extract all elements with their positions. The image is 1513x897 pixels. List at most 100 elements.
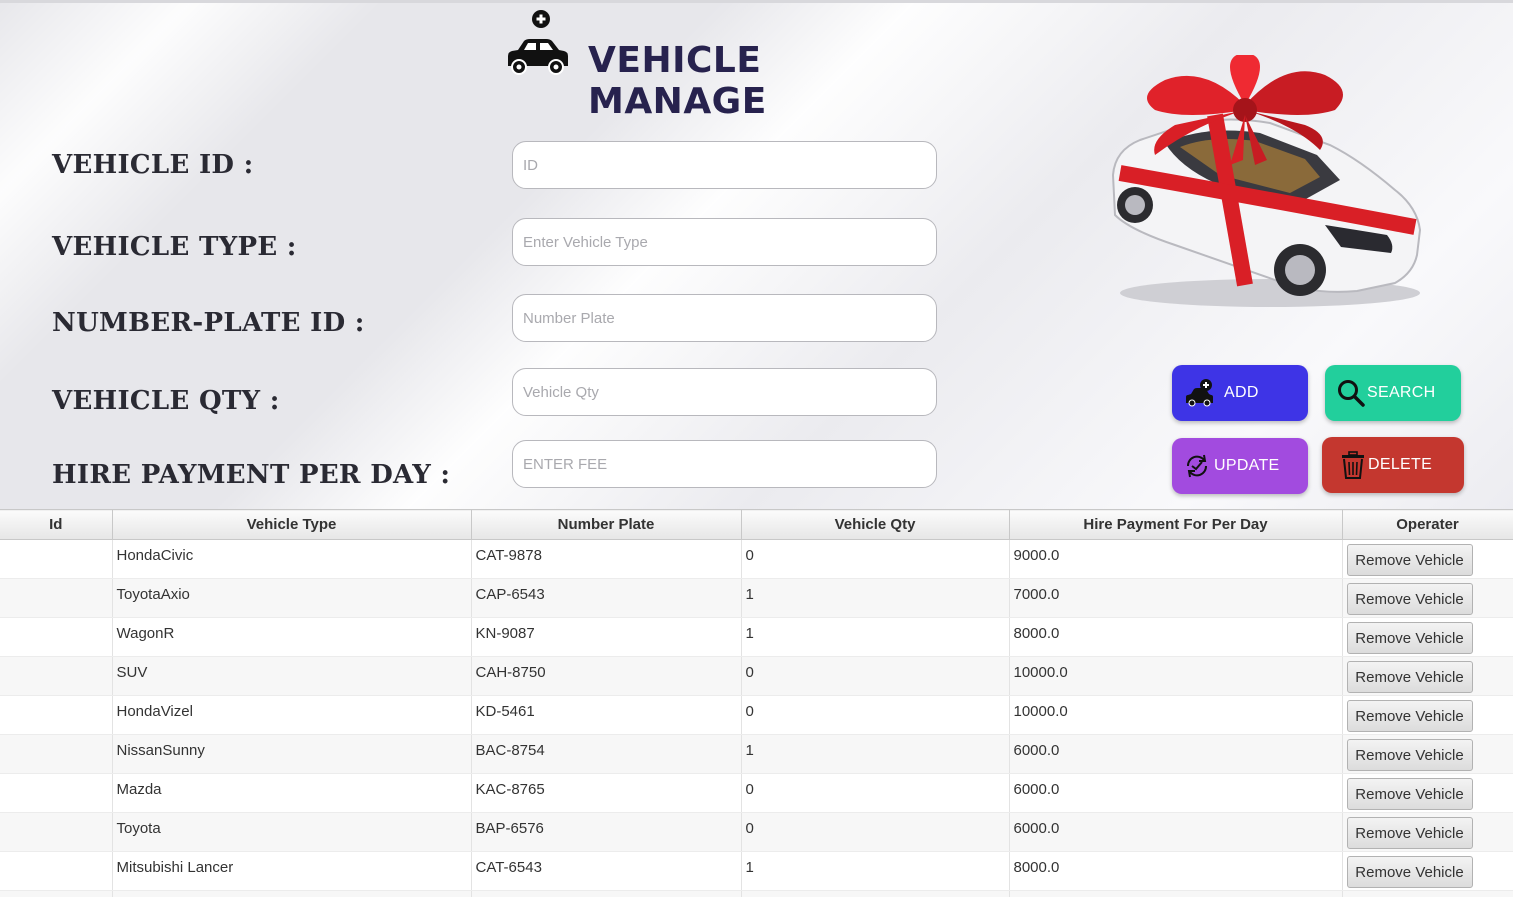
table-row[interactable]: WagonR KN-9087 1 8000.0 Remove Vehicle (0, 617, 1513, 657)
column-header-vehicle-qty[interactable]: Vehicle Qty (741, 509, 1010, 540)
page-title: VEHICLE MANAGE (588, 40, 767, 122)
cell-number-plate: CAT-6543 (471, 851, 742, 891)
car-add-icon (1186, 379, 1213, 407)
cell-number-plate: CAH-8750 (471, 656, 742, 696)
car-add-icon (508, 10, 568, 75)
column-header-vehicle-type[interactable]: Vehicle Type (112, 509, 472, 540)
cell-vehicle-type: SUV (112, 656, 472, 696)
vehicle-type-input[interactable] (512, 218, 937, 266)
cell-hire-payment: 10000.0 (1009, 695, 1343, 735)
remove-vehicle-button[interactable]: Remove Vehicle (1346, 583, 1473, 615)
search-button-label: SEARCH (1367, 384, 1436, 401)
column-header-hire-payment[interactable]: Hire Payment For Per Day (1009, 509, 1343, 540)
hire-payment-label: HIRE PAYMENT PER DAY : (52, 460, 451, 490)
cell-vehicle-qty: 1 (741, 851, 1010, 891)
cell-hire-payment: 8000.0 (1009, 617, 1343, 657)
cell-id (0, 890, 113, 897)
remove-vehicle-button[interactable]: Remove Vehicle (1346, 661, 1473, 693)
cell-hire-payment (1009, 890, 1343, 897)
cell-number-plate: BAP-6576 (471, 812, 742, 852)
cell-vehicle-type: Toyota (112, 812, 472, 852)
cell-operater: Remove Vehicle (1342, 734, 1513, 774)
cell-id (0, 695, 113, 735)
cell-number-plate: CAT-9878 (471, 539, 742, 579)
vehicle-type-label: VEHICLE TYPE : (52, 232, 297, 262)
vehicle-id-label: VEHICLE ID : (52, 150, 254, 180)
hire-payment-input[interactable] (512, 440, 937, 488)
cell-vehicle-type: HondaVizel (112, 695, 472, 735)
cell-operater: Remove Vehicle (1342, 773, 1513, 813)
cell-hire-payment: 8000.0 (1009, 851, 1343, 891)
vehicle-qty-label: VEHICLE QTY : (52, 386, 280, 416)
cell-hire-payment: 6000.0 (1009, 812, 1343, 852)
refresh-check-icon (1186, 454, 1208, 478)
cell-hire-payment: 7000.0 (1009, 578, 1343, 618)
cell-hire-payment: 6000.0 (1009, 773, 1343, 813)
cell-hire-payment: 6000.0 (1009, 734, 1343, 774)
cell-vehicle-type: WagonR (112, 617, 472, 657)
cell-vehicle-qty: 0 (741, 695, 1010, 735)
cell-vehicle-type: Mitsubishi Lancer (112, 851, 472, 891)
cell-operater: Remove Vehicle (1342, 851, 1513, 891)
cell-id (0, 539, 113, 579)
delete-button-label: DELETE (1368, 456, 1433, 473)
window-top-border (0, 0, 1513, 3)
gift-car-image (1111, 55, 1422, 307)
column-header-operater[interactable]: Operater (1342, 509, 1513, 540)
cell-number-plate: BAC-8754 (471, 734, 742, 774)
table-row[interactable] (0, 890, 1513, 897)
column-header-number-plate[interactable]: Number Plate (471, 509, 742, 540)
table-row[interactable]: SUV CAH-8750 0 10000.0 Remove Vehicle (0, 656, 1513, 696)
add-button[interactable]: ADD (1172, 365, 1308, 421)
cell-vehicle-qty (741, 890, 1010, 897)
table-row[interactable]: Mitsubishi Lancer CAT-6543 1 8000.0 Remo… (0, 851, 1513, 891)
cell-number-plate: KD-5461 (471, 695, 742, 735)
cell-vehicle-qty: 1 (741, 578, 1010, 618)
table-header-row: Id Vehicle Type Number Plate Vehicle Qty… (0, 509, 1513, 540)
cell-vehicle-type (112, 890, 472, 897)
remove-vehicle-button[interactable]: Remove Vehicle (1346, 778, 1473, 810)
remove-vehicle-button[interactable]: Remove Vehicle (1346, 700, 1473, 732)
cell-vehicle-type: Mazda (112, 773, 472, 813)
cell-number-plate: CAP-6543 (471, 578, 742, 618)
number-plate-label: NUMBER-PLATE ID : (52, 308, 365, 338)
table-row[interactable]: Toyota BAP-6576 0 6000.0 Remove Vehicle (0, 812, 1513, 852)
cell-id (0, 578, 113, 618)
table-row[interactable]: HondaCivic CAT-9878 0 9000.0 Remove Vehi… (0, 539, 1513, 579)
vehicle-id-input[interactable] (512, 141, 937, 189)
add-button-label: ADD (1224, 384, 1259, 401)
table-row[interactable]: Mazda KAC-8765 0 6000.0 Remove Vehicle (0, 773, 1513, 813)
remove-vehicle-button[interactable]: Remove Vehicle (1346, 544, 1473, 576)
delete-button[interactable]: DELETE (1322, 437, 1464, 493)
vehicle-qty-input[interactable] (512, 368, 937, 416)
remove-vehicle-button[interactable]: Remove Vehicle (1346, 817, 1473, 849)
cell-operater: Remove Vehicle (1342, 695, 1513, 735)
cell-id (0, 812, 113, 852)
cell-vehicle-qty: 1 (741, 617, 1010, 657)
cell-operater (1342, 890, 1513, 897)
cell-hire-payment: 9000.0 (1009, 539, 1343, 579)
cell-operater: Remove Vehicle (1342, 812, 1513, 852)
cell-number-plate: KN-9087 (471, 617, 742, 657)
cell-number-plate (471, 890, 742, 897)
cell-id (0, 734, 113, 774)
cell-id (0, 851, 113, 891)
table-row[interactable]: HondaVizel KD-5461 0 10000.0 Remove Vehi… (0, 695, 1513, 735)
search-icon (1338, 380, 1365, 407)
table-row[interactable]: ToyotaAxio CAP-6543 1 7000.0 Remove Vehi… (0, 578, 1513, 618)
cell-vehicle-qty: 0 (741, 773, 1010, 813)
remove-vehicle-button[interactable]: Remove Vehicle (1346, 622, 1473, 654)
remove-vehicle-button[interactable]: Remove Vehicle (1346, 739, 1473, 771)
search-button[interactable]: SEARCH (1325, 365, 1461, 421)
remove-vehicle-button[interactable]: Remove Vehicle (1346, 856, 1473, 888)
cell-operater: Remove Vehicle (1342, 656, 1513, 696)
number-plate-input[interactable] (512, 294, 937, 342)
table-row[interactable]: NissanSunny BAC-8754 1 6000.0 Remove Veh… (0, 734, 1513, 774)
cell-number-plate: KAC-8765 (471, 773, 742, 813)
cell-operater: Remove Vehicle (1342, 578, 1513, 618)
cell-id (0, 773, 113, 813)
column-header-id[interactable]: Id (0, 509, 113, 540)
trash-icon (1342, 451, 1364, 479)
cell-vehicle-qty: 1 (741, 734, 1010, 774)
update-button[interactable]: UPDATE (1172, 438, 1308, 494)
